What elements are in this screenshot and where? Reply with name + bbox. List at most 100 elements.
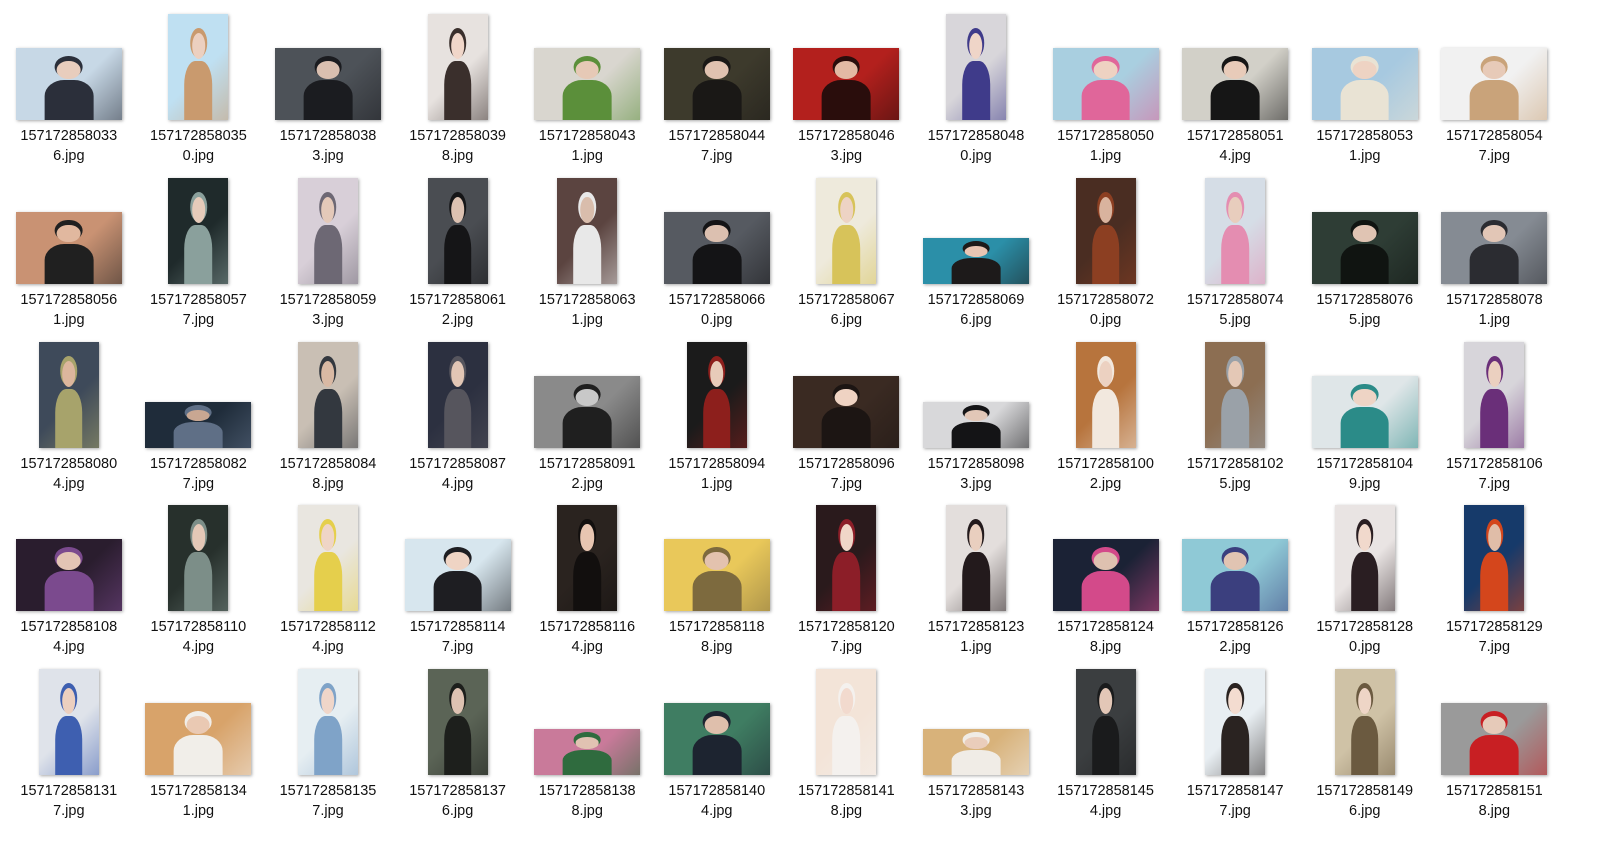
image-thumbnail[interactable]	[793, 375, 900, 448]
file-item[interactable]: 157172858080 4.jpg	[4, 336, 134, 500]
file-item[interactable]: 157172858135 7.jpg	[263, 663, 393, 827]
image-thumbnail[interactable]	[427, 177, 488, 284]
image-thumbnail[interactable]	[15, 539, 122, 612]
image-thumbnail[interactable]	[922, 729, 1029, 776]
image-thumbnail[interactable]	[1205, 341, 1266, 448]
file-item[interactable]: 157172858110 4.jpg	[134, 499, 264, 663]
file-item[interactable]: 157172858129 7.jpg	[1430, 499, 1560, 663]
image-thumbnail[interactable]	[1464, 505, 1525, 612]
file-item[interactable]: 157172858078 1.jpg	[1430, 172, 1560, 336]
image-thumbnail[interactable]	[1182, 539, 1289, 612]
file-item[interactable]: 157172858074 5.jpg	[1170, 172, 1300, 336]
image-thumbnail[interactable]	[534, 48, 641, 120]
file-item[interactable]: 157172858137 6.jpg	[393, 663, 523, 827]
image-thumbnail[interactable]	[922, 237, 1029, 284]
file-item[interactable]: 157172858094 1.jpg	[652, 336, 782, 500]
file-item[interactable]: 157172858082 7.jpg	[134, 336, 264, 500]
file-item[interactable]: 157172858102 5.jpg	[1170, 336, 1300, 500]
image-thumbnail[interactable]	[1441, 48, 1548, 120]
file-item[interactable]: 157172858134 1.jpg	[134, 663, 264, 827]
image-thumbnail[interactable]	[15, 48, 122, 120]
file-item[interactable]: 157172858114 7.jpg	[393, 499, 523, 663]
file-item[interactable]: 157172858140 4.jpg	[652, 663, 782, 827]
file-item[interactable]: 157172858149 6.jpg	[1300, 663, 1430, 827]
file-item[interactable]: 157172858038 3.jpg	[263, 8, 393, 172]
file-item[interactable]: 157172858044 7.jpg	[652, 8, 782, 172]
image-thumbnail[interactable]	[274, 48, 381, 120]
file-item[interactable]: 157172858087 4.jpg	[393, 336, 523, 500]
file-item[interactable]: 157172858131 7.jpg	[4, 663, 134, 827]
file-item[interactable]: 157172858120 7.jpg	[782, 499, 912, 663]
image-thumbnail[interactable]	[663, 211, 770, 284]
image-thumbnail[interactable]	[1075, 341, 1136, 448]
image-thumbnail[interactable]	[1311, 375, 1418, 448]
image-thumbnail[interactable]	[297, 505, 358, 612]
file-item[interactable]: 157172858069 6.jpg	[911, 172, 1041, 336]
image-thumbnail[interactable]	[168, 14, 229, 120]
file-item[interactable]: 157172858108 4.jpg	[4, 499, 134, 663]
file-item[interactable]: 157172858128 0.jpg	[1300, 499, 1430, 663]
file-item[interactable]: 157172858123 1.jpg	[911, 499, 1041, 663]
image-thumbnail[interactable]	[38, 341, 99, 448]
image-thumbnail[interactable]	[1311, 48, 1418, 120]
image-thumbnail[interactable]	[38, 669, 99, 776]
image-thumbnail[interactable]	[1205, 177, 1266, 284]
image-thumbnail[interactable]	[816, 505, 877, 612]
image-thumbnail[interactable]	[1075, 669, 1136, 776]
file-item[interactable]: 157172858061 2.jpg	[393, 172, 523, 336]
file-item[interactable]: 157172858096 7.jpg	[782, 336, 912, 500]
image-thumbnail[interactable]	[404, 539, 511, 612]
file-item[interactable]: 157172858067 6.jpg	[782, 172, 912, 336]
file-item[interactable]: 157172858145 4.jpg	[1041, 663, 1171, 827]
file-item[interactable]: 157172858056 1.jpg	[4, 172, 134, 336]
image-thumbnail[interactable]	[534, 729, 641, 776]
image-thumbnail[interactable]	[15, 211, 122, 284]
image-thumbnail[interactable]	[297, 341, 358, 448]
image-thumbnail[interactable]	[1441, 703, 1548, 776]
image-thumbnail[interactable]	[922, 401, 1029, 448]
image-thumbnail[interactable]	[427, 341, 488, 448]
image-thumbnail[interactable]	[1464, 341, 1525, 448]
image-thumbnail[interactable]	[168, 177, 229, 284]
file-item[interactable]: 157172858063 1.jpg	[522, 172, 652, 336]
image-thumbnail[interactable]	[427, 669, 488, 776]
file-item[interactable]: 157172858116 4.jpg	[522, 499, 652, 663]
image-thumbnail[interactable]	[945, 14, 1006, 120]
file-item[interactable]: 157172858033 6.jpg	[4, 8, 134, 172]
image-thumbnail[interactable]	[1334, 505, 1395, 612]
file-item[interactable]: 157172858106 7.jpg	[1430, 336, 1560, 500]
file-item[interactable]: 157172858048 0.jpg	[911, 8, 1041, 172]
file-item[interactable]: 157172858118 8.jpg	[652, 499, 782, 663]
image-thumbnail[interactable]	[1205, 669, 1266, 776]
file-item[interactable]: 157172858066 0.jpg	[652, 172, 782, 336]
file-item[interactable]: 157172858076 5.jpg	[1300, 172, 1430, 336]
file-item[interactable]: 157172858126 2.jpg	[1170, 499, 1300, 663]
image-thumbnail[interactable]	[534, 375, 641, 448]
image-thumbnail[interactable]	[1075, 177, 1136, 284]
file-item[interactable]: 157172858053 1.jpg	[1300, 8, 1430, 172]
image-thumbnail[interactable]	[793, 48, 900, 120]
image-thumbnail[interactable]	[1052, 48, 1159, 120]
file-item[interactable]: 157172858147 7.jpg	[1170, 663, 1300, 827]
image-thumbnail[interactable]	[297, 669, 358, 776]
image-thumbnail[interactable]	[1052, 539, 1159, 612]
image-thumbnail[interactable]	[1311, 211, 1418, 284]
file-item[interactable]: 157172858046 3.jpg	[782, 8, 912, 172]
file-item[interactable]: 157172858104 9.jpg	[1300, 336, 1430, 500]
image-thumbnail[interactable]	[945, 505, 1006, 612]
file-item[interactable]: 157172858138 8.jpg	[522, 663, 652, 827]
image-thumbnail[interactable]	[557, 177, 618, 284]
file-item[interactable]: 157172858059 3.jpg	[263, 172, 393, 336]
file-item[interactable]: 157172858098 3.jpg	[911, 336, 1041, 500]
file-item[interactable]: 157172858141 8.jpg	[782, 663, 912, 827]
image-thumbnail[interactable]	[145, 401, 252, 448]
image-thumbnail[interactable]	[663, 703, 770, 776]
file-item[interactable]: 157172858054 7.jpg	[1430, 8, 1560, 172]
file-item[interactable]: 157172858084 8.jpg	[263, 336, 393, 500]
file-item[interactable]: 157172858112 4.jpg	[263, 499, 393, 663]
image-thumbnail[interactable]	[816, 177, 877, 284]
file-item[interactable]: 157172858072 0.jpg	[1041, 172, 1171, 336]
file-item[interactable]: 157172858050 1.jpg	[1041, 8, 1171, 172]
image-thumbnail[interactable]	[663, 48, 770, 120]
image-thumbnail[interactable]	[427, 14, 488, 120]
